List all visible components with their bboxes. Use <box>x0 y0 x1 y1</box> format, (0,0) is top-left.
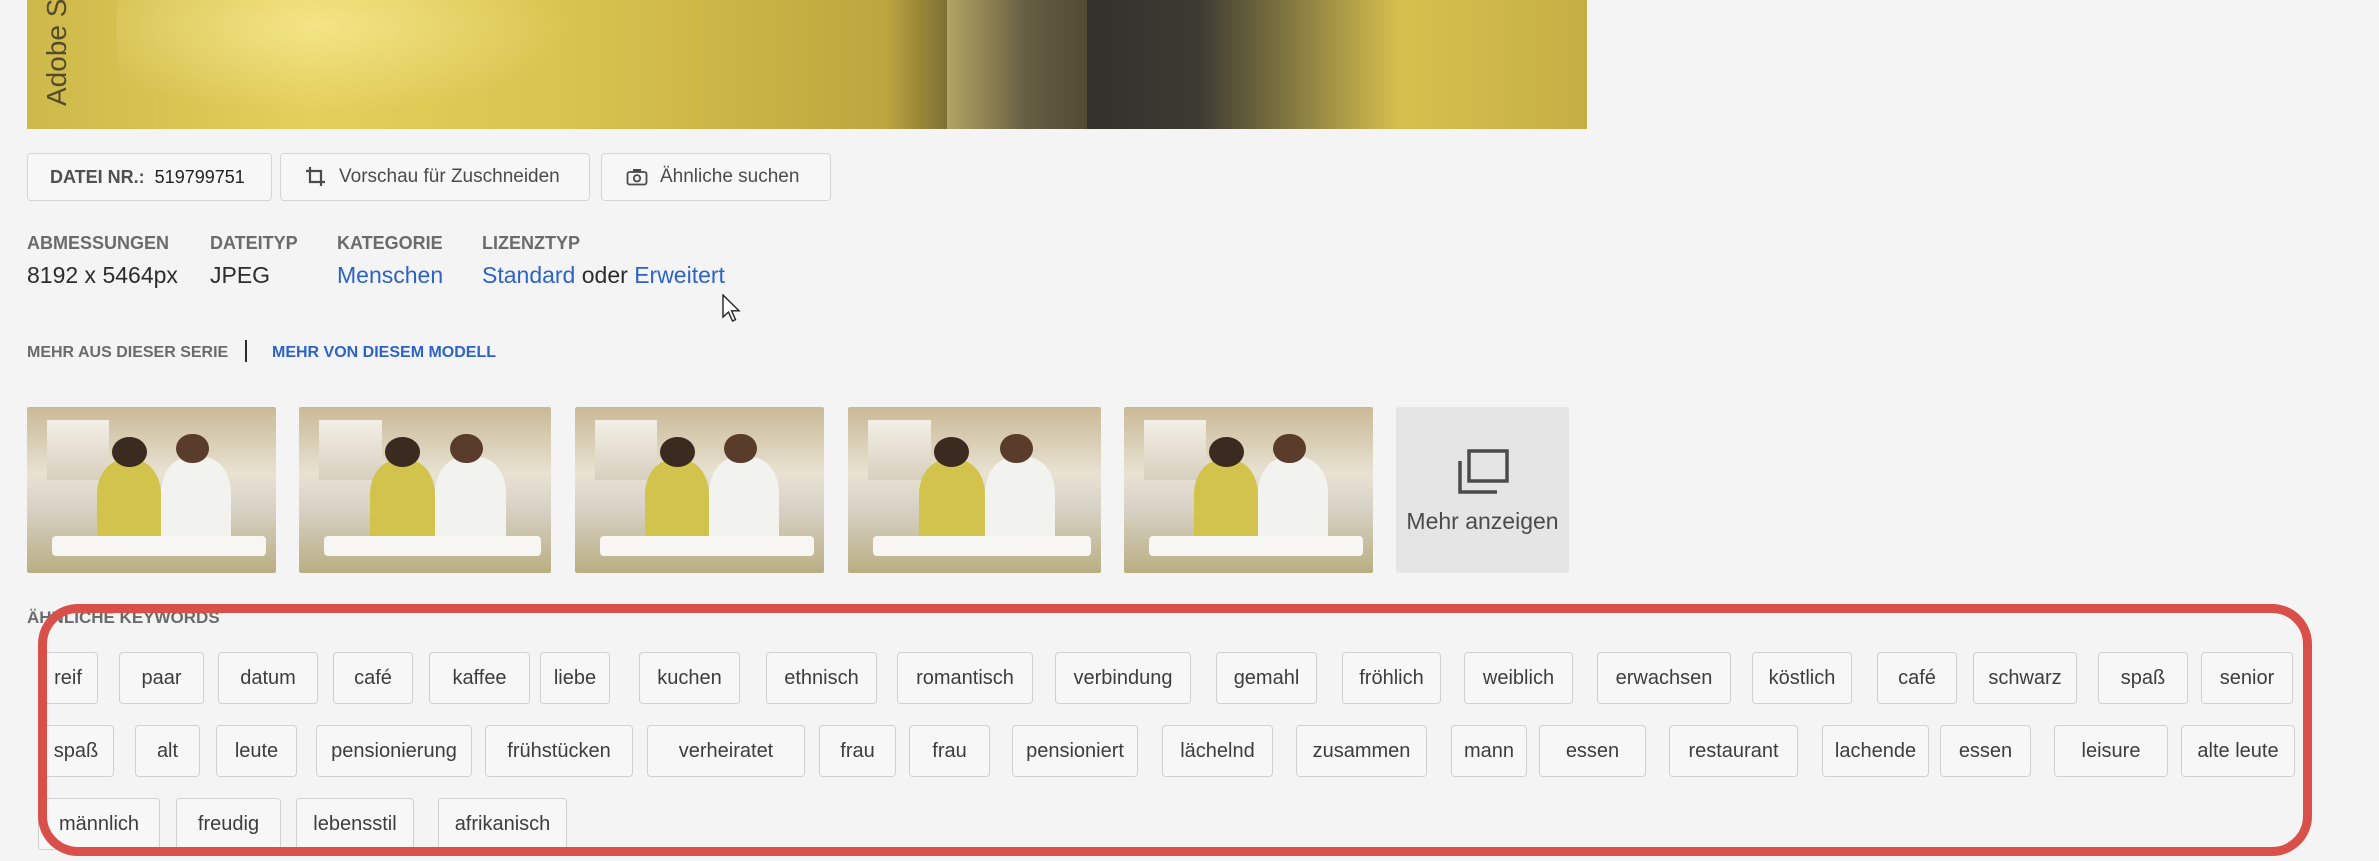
keyword-tag[interactable]: romantisch <box>897 652 1033 704</box>
keyword-tag[interactable]: ethnisch <box>766 652 877 704</box>
keyword-tag[interactable]: essen <box>1539 725 1646 777</box>
keyword-tag[interactable]: weiblich <box>1464 652 1573 704</box>
crop-preview-label: Vorschau für Zuschneiden <box>339 166 560 187</box>
category-link[interactable]: Menschen <box>337 262 443 289</box>
keyword-tag[interactable]: reif <box>38 652 98 704</box>
keyword-tag[interactable]: lächelnd <box>1162 725 1273 777</box>
keyword-tag[interactable]: verbindung <box>1055 652 1191 704</box>
license-type-value: Standard oder Erweitert <box>482 262 725 289</box>
keyword-tag[interactable]: männlich <box>38 798 160 850</box>
crop-icon <box>306 167 325 186</box>
dimensions-value: 8192 x 5464px <box>27 262 178 288</box>
keyword-tag[interactable]: afrikanisch <box>438 798 567 850</box>
dimensions-label: ABMESSUNGEN <box>27 233 170 253</box>
keyword-tag[interactable]: lebensstil <box>296 798 414 850</box>
keyword-tag[interactable]: essen <box>1940 725 2031 777</box>
keyword-tag[interactable]: café <box>333 652 413 704</box>
keyword-tag[interactable]: spaß <box>2098 652 2188 704</box>
preview-image: Adobe S <box>27 0 1587 129</box>
filetype-label: DATEITYP <box>210 233 298 253</box>
find-similar-label: Ähnliche suchen <box>660 166 800 187</box>
keyword-tag[interactable]: café <box>1877 652 1957 704</box>
keyword-tag[interactable]: frühstücken <box>485 725 633 777</box>
extended-license-link[interactable]: Erweitert <box>634 262 725 288</box>
keyword-tag[interactable]: schwarz <box>1973 652 2077 704</box>
related-thumbnail[interactable] <box>848 407 1101 573</box>
camera-icon <box>626 169 648 186</box>
keyword-tag[interactable]: köstlich <box>1752 652 1852 704</box>
keyword-tag[interactable]: liebe <box>540 652 610 704</box>
keyword-tag[interactable]: kuchen <box>639 652 740 704</box>
keyword-tag[interactable]: zusammen <box>1296 725 1427 777</box>
mouse-cursor-icon <box>722 294 741 322</box>
keyword-tag[interactable]: alte leute <box>2181 725 2295 777</box>
separator <box>245 340 247 362</box>
related-thumbnail[interactable] <box>299 407 551 573</box>
more-from-model-link[interactable]: MEHR VON DIESEM MODELL <box>272 344 496 362</box>
related-thumbnail[interactable] <box>575 407 824 573</box>
keyword-tag[interactable]: mann <box>1451 725 1527 777</box>
keyword-tag[interactable]: gemahl <box>1216 652 1317 704</box>
keyword-tag[interactable]: pensioniert <box>1012 725 1138 777</box>
keyword-tag[interactable]: leute <box>216 725 297 777</box>
keyword-tag[interactable]: frau <box>819 725 896 777</box>
file-number-value: 519799751 <box>154 166 245 187</box>
keyword-tag[interactable]: datum <box>218 652 318 704</box>
keyword-tag[interactable]: paar <box>119 652 204 704</box>
keyword-tag[interactable]: fröhlich <box>1342 652 1441 704</box>
keyword-tag[interactable]: spaß <box>38 725 114 777</box>
keyword-tag[interactable]: kaffee <box>429 652 530 704</box>
crop-preview-button[interactable]: Vorschau für Zuschneiden <box>280 153 590 201</box>
filetype-value: JPEG <box>210 262 271 288</box>
related-thumbnail[interactable] <box>27 407 276 573</box>
keyword-tag[interactable]: leisure <box>2054 725 2168 777</box>
keyword-tag[interactable]: frau <box>909 725 990 777</box>
keyword-tag[interactable]: alt <box>135 725 200 777</box>
more-from-series-link[interactable]: MEHR AUS DIESER SERIE <box>27 344 228 362</box>
keyword-tag[interactable]: restaurant <box>1669 725 1798 777</box>
keyword-tag[interactable]: erwachsen <box>1597 652 1731 704</box>
keyword-tag[interactable]: pensionierung <box>316 725 472 777</box>
file-number-label: DATEI NR.: <box>50 166 145 187</box>
file-number-box: DATEI NR.: 519799751 <box>27 153 272 201</box>
license-type-label: LIZENZTYP <box>482 233 580 253</box>
keyword-tag[interactable]: verheiratet <box>647 725 805 777</box>
watermark-text: Adobe S <box>41 0 72 106</box>
category-label: KATEGORIE <box>337 233 443 253</box>
similar-keywords-heading: ÄHNLICHE KEYWORDS <box>27 608 220 627</box>
license-or-text: oder <box>581 262 628 288</box>
keyword-tag[interactable]: senior <box>2201 652 2293 704</box>
show-more-tile[interactable]: Mehr anzeigen <box>1396 407 1569 573</box>
find-similar-button[interactable]: Ähnliche suchen <box>601 153 831 201</box>
stack-icon <box>1457 449 1509 494</box>
keyword-tag[interactable]: freudig <box>176 798 281 850</box>
standard-license-link[interactable]: Standard <box>482 262 575 288</box>
show-more-label: Mehr anzeigen <box>1406 508 1559 534</box>
related-thumbnail[interactable] <box>1124 407 1373 573</box>
keyword-tag[interactable]: lachende <box>1822 725 1929 777</box>
